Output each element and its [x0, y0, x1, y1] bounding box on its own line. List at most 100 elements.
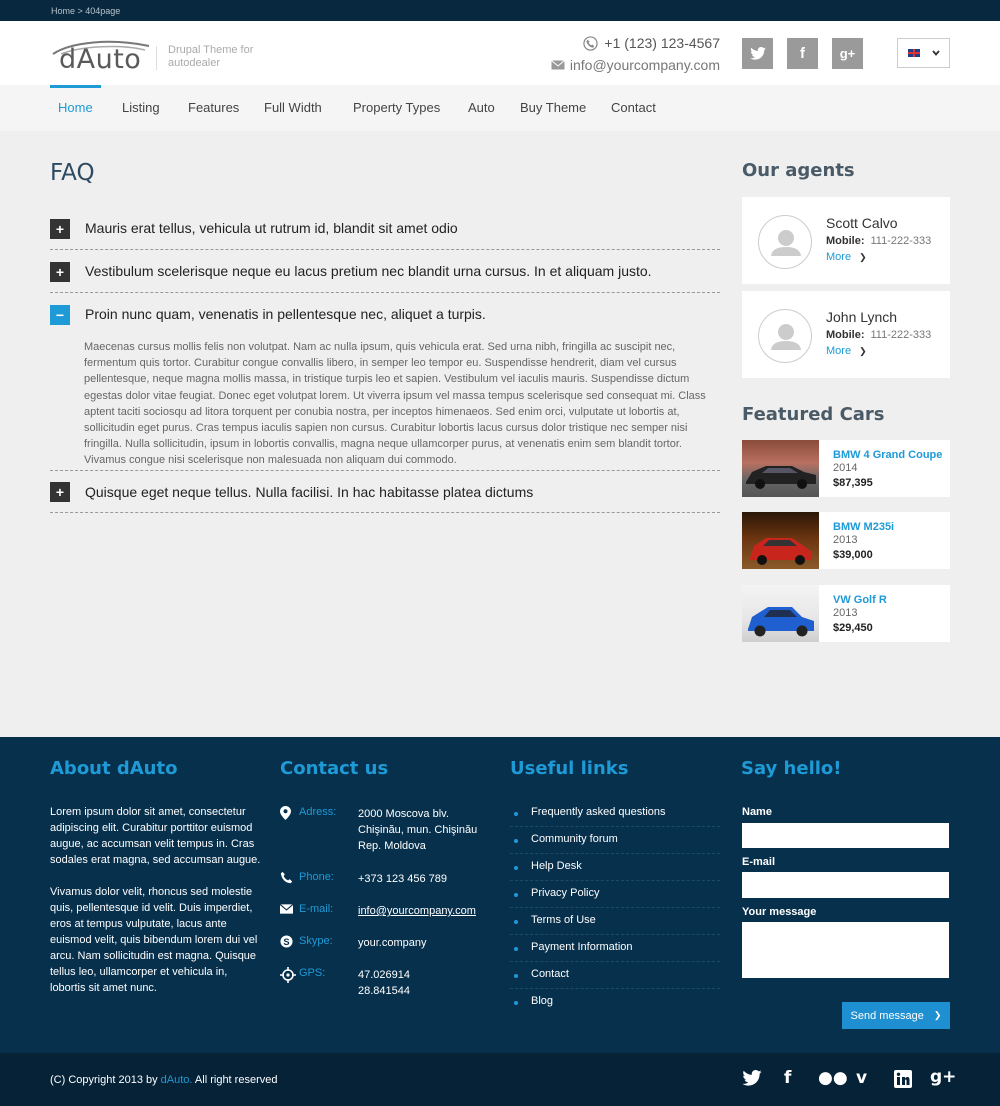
email-field[interactable] [742, 872, 949, 898]
nav-item-features[interactable]: Features [188, 100, 239, 115]
header-email[interactable]: info@yourcompany.com [551, 57, 720, 73]
agent-mobile: Mobile: 111-222-333 [826, 329, 931, 341]
faq-question[interactable]: Vestibulum scelerisque neque eu lacus pr… [85, 263, 652, 279]
contact-skype: S Skype: your.company [280, 935, 426, 951]
address-line: 2000 Moscova blv. [358, 808, 449, 820]
more-label: More [826, 251, 852, 263]
car-year: 2013 [833, 607, 858, 619]
footer-link[interactable]: Help Desk [510, 854, 720, 881]
faq-question[interactable]: Proin nunc quam, venenatis in pellentesq… [85, 306, 486, 322]
car-photo-icon [746, 466, 816, 489]
nav-item-property-types[interactable]: Property Types [353, 100, 440, 115]
nav-item-buy-theme[interactable]: Buy Theme [520, 100, 586, 115]
about-title: About dAuto [50, 758, 178, 779]
footer-link[interactable]: Community forum [510, 827, 720, 854]
car-year: 2013 [833, 534, 858, 546]
expand-toggle[interactable]: + [50, 262, 70, 282]
flickr-link[interactable]: ●● [818, 1068, 848, 1088]
envelope-icon [551, 60, 565, 70]
chevron-right-icon: ❯ [933, 1010, 942, 1020]
contact-title: Contact us [280, 758, 389, 779]
about-paragraph: Vivamus dolor velit, rhoncus sed molesti… [50, 886, 258, 994]
svg-text:S: S [283, 937, 289, 947]
about-text: Lorem ipsum dolor sit amet, consectetur … [50, 804, 265, 996]
gps-value: 47.026914 28.841544 [358, 967, 410, 999]
featured-car[interactable]: VW Golf R 2013 $29,450 [742, 585, 950, 642]
car-name[interactable]: BMW M235i [833, 521, 894, 533]
vimeo-icon: v [856, 1068, 868, 1088]
email-label: E-mail: [299, 903, 334, 915]
user-icon [771, 324, 801, 350]
linkedin-link[interactable] [894, 1070, 912, 1093]
logo[interactable]: dAuto [51, 36, 151, 75]
contact-phone: Phone: +373 123 456 789 [280, 871, 447, 887]
footer-link[interactable]: Blog [510, 989, 720, 1016]
copyright: (C) Copyright 2013 by dAuto. All right r… [50, 1074, 277, 1086]
faq-item: + Mauris erat tellus, vehicula ut rutrum… [50, 217, 720, 250]
faq-question[interactable]: Quisque eget neque tellus. Nulla facilis… [85, 484, 533, 500]
twitter-button[interactable] [742, 38, 773, 69]
nav-item-auto[interactable]: Auto [468, 100, 495, 115]
language-select[interactable] [897, 38, 950, 68]
breadcrumb: Home > 404page [0, 0, 1000, 21]
footer-link[interactable]: Payment Information [510, 935, 720, 962]
facebook-link[interactable]: f [784, 1068, 791, 1088]
agent-more-link[interactable]: More ❯ [826, 345, 867, 357]
mobile-label: Mobile: [826, 329, 865, 341]
send-message-label: Send message [850, 1009, 924, 1022]
car-name[interactable]: VW Golf R [833, 594, 887, 606]
gps-longitude: 28.841544 [358, 985, 410, 997]
car-photo-icon [750, 538, 812, 565]
email-link[interactable]: info@yourcompany.com [358, 903, 476, 919]
footer-link[interactable]: Privacy Policy [510, 881, 720, 908]
twitter-link[interactable] [742, 1070, 762, 1091]
google-plus-button[interactable]: g+ [832, 38, 863, 69]
copyright-prefix: (C) Copyright 2013 by [50, 1074, 161, 1086]
copyright-brand-link[interactable]: dAuto. [161, 1074, 193, 1086]
featured-car[interactable]: BMW M235i 2013 $39,000 [742, 512, 950, 569]
google-plus-icon: g+ [930, 1067, 957, 1087]
gps-latitude: 47.026914 [358, 969, 410, 981]
nav-item-listing[interactable]: Listing [122, 100, 160, 115]
user-icon [771, 230, 801, 256]
car-photo[interactable] [742, 440, 819, 497]
collapse-toggle[interactable]: − [50, 305, 70, 325]
nav-item-home[interactable]: Home [58, 100, 93, 115]
phone-value: +373 123 456 789 [358, 873, 448, 885]
phone-label: Phone: [299, 871, 334, 883]
car-photo-icon [748, 607, 814, 637]
footer-link[interactable]: Terms of Use [510, 908, 720, 935]
agent-name: John Lynch [826, 309, 898, 325]
car-name[interactable]: BMW 4 Grand Coupe [833, 449, 942, 461]
message-field[interactable] [742, 922, 949, 978]
google-plus-link[interactable]: g+ [930, 1067, 956, 1087]
nav-item-full-width[interactable]: Full Width [264, 100, 322, 115]
gps-label: GPS: [299, 967, 326, 979]
facebook-icon: f [800, 45, 805, 62]
facebook-button[interactable]: f [787, 38, 818, 69]
expand-toggle[interactable]: + [50, 219, 70, 239]
footer-link[interactable]: Contact [510, 962, 720, 989]
address-value: 2000 Moscova blv. Chişinău, mun. Chişinău… [358, 806, 477, 854]
faq-title: FAQ [50, 160, 95, 186]
vimeo-link[interactable]: v [856, 1068, 867, 1088]
flickr-icon: ●● [818, 1068, 848, 1088]
car-photo[interactable] [742, 512, 819, 569]
google-plus-icon: g+ [839, 46, 856, 61]
expand-toggle[interactable]: + [50, 482, 70, 502]
agent-name: Scott Calvo [826, 215, 898, 231]
send-message-button[interactable]: Send message ❯ [842, 1002, 950, 1029]
name-field[interactable] [742, 823, 949, 848]
nav-item-contact[interactable]: Contact [611, 100, 656, 115]
footer-link[interactable]: Frequently asked questions [510, 800, 720, 827]
main-nav: Home Listing Features Full Width Propert… [0, 85, 1000, 131]
faq-question[interactable]: Mauris erat tellus, vehicula ut rutrum i… [85, 220, 458, 236]
featured-car[interactable]: BMW 4 Grand Coupe 2014 $87,395 [742, 440, 950, 497]
car-photo[interactable] [742, 585, 819, 642]
agent-mobile: Mobile: 111-222-333 [826, 235, 931, 247]
say-hello-title: Say hello! [741, 758, 842, 779]
faq-answer: Maecenas cursus mollis felis non volutpa… [84, 341, 706, 467]
tagline: Drupal Theme for autodealer [168, 44, 254, 69]
agent-more-link[interactable]: More ❯ [826, 251, 867, 263]
header-phone: +1 (123) 123-4567 [583, 35, 720, 51]
